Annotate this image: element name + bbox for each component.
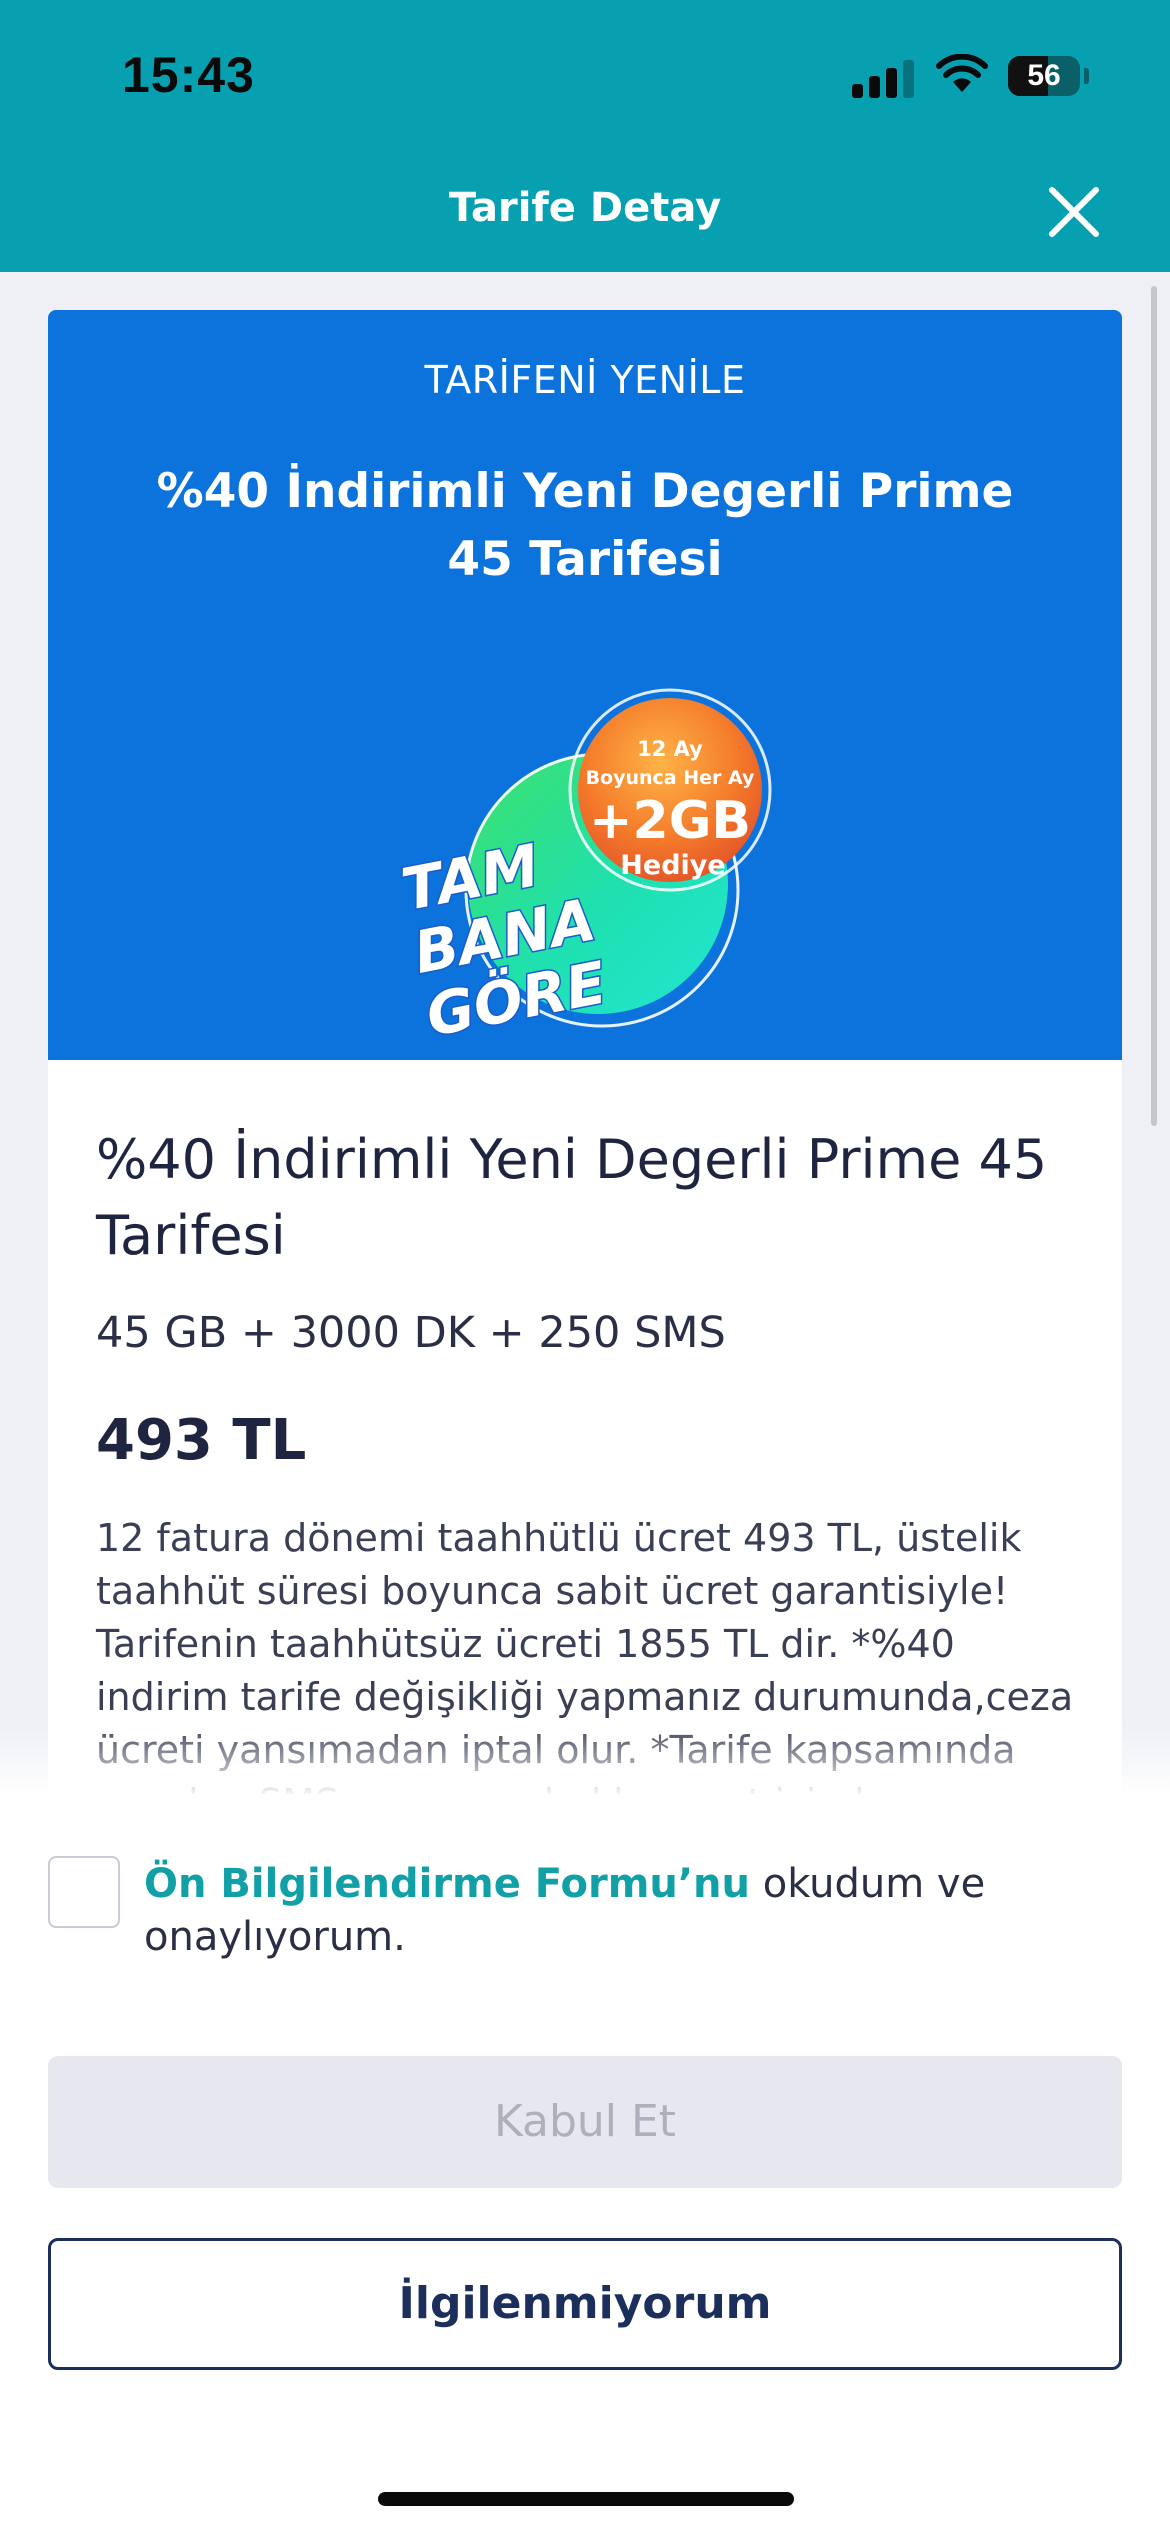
content-fade <box>0 1724 1170 1794</box>
bottom-action-sheet: Ön Bilgilendirme Formu’nu okudum ve onay… <box>0 1794 1170 2532</box>
accept-button[interactable]: Kabul Et <box>48 2056 1122 2188</box>
wifi-icon <box>936 54 988 92</box>
tam-bana-gore-badge-image: 12 Ay Boyunca Her Ay +2GB Hediye TAM BAN… <box>398 688 772 1051</box>
not-interested-button[interactable]: İlgilenmiyorum <box>48 2238 1122 2370</box>
nav-bar: Tarife Detay <box>0 150 1170 272</box>
badge-line3: +2GB <box>589 791 751 851</box>
consent-checkbox[interactable] <box>48 1856 120 1928</box>
scrollbar[interactable] <box>1151 286 1157 1126</box>
close-icon[interactable] <box>1038 176 1110 248</box>
badge-line1: 12 Ay <box>637 737 703 761</box>
promo-title: %40 İndirimli Yeni Degerli Prime 45 Tari… <box>156 464 1014 587</box>
app-header: 15:43 56 Tarife Detay <box>0 0 1170 272</box>
tariff-detail-card: %40 İndirimli Yeni Degerli Prime 45 Tari… <box>48 1060 1122 1878</box>
tariff-features: 45 GB + 3000 DK + 250 SMS <box>96 1308 726 1358</box>
status-time: 15:43 <box>122 47 255 103</box>
tariff-price: 493 TL <box>96 1408 307 1473</box>
pre-information-form-link[interactable]: Ön Bilgilendirme Formu’nu <box>144 1861 750 1907</box>
badge-line2: Boyunca Her Ay <box>586 767 755 789</box>
tariff-title: %40 İndirimli Yeni Degerli Prime 45 Tari… <box>96 1128 1048 1267</box>
cellular-signal-icon <box>852 58 916 98</box>
promo-banner: TARİFENİ YENİLE %40 İndirimli Yeni Deger… <box>48 310 1122 1060</box>
home-indicator <box>378 2492 794 2506</box>
promo-overline: TARİFENİ YENİLE <box>424 358 746 402</box>
badge-line4: Hediye <box>620 850 725 881</box>
battery-icon: 56 <box>1008 56 1080 96</box>
status-bar: 15:43 56 <box>0 0 1170 150</box>
battery-nub <box>1084 68 1089 84</box>
page-title: Tarife Detay <box>448 185 722 231</box>
battery-percent: 56 <box>1027 59 1061 92</box>
consent-text: Ön Bilgilendirme Formu’nu okudum ve onay… <box>144 1858 1004 1964</box>
